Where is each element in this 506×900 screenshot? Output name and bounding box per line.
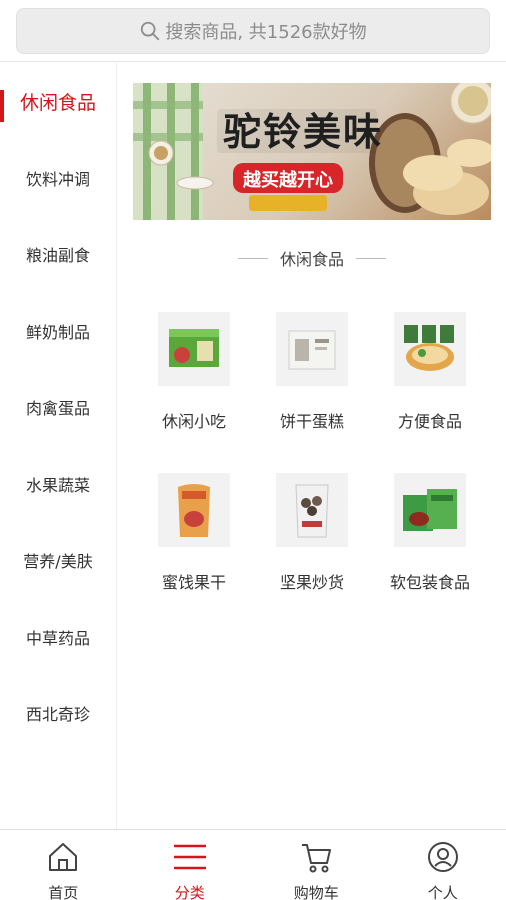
subcategory-packaged-food[interactable]: 软包装食品 [375, 473, 485, 603]
packaged-food-icon [403, 489, 457, 531]
nut-bag-icon [295, 484, 329, 538]
subcategory-image [276, 312, 348, 386]
subcategory-image [158, 473, 230, 547]
subcategory-label: 软包装食品 [389, 573, 470, 592]
snack-box-icon [169, 329, 219, 367]
banner-subtitle: 越买越开心 [243, 170, 333, 191]
sidebar-item-dairy[interactable]: 鲜奶制品 [0, 293, 116, 370]
dried-fruit-bag-icon [178, 484, 210, 537]
home-icon [49, 843, 78, 871]
section-title: 休闲食品 [118, 245, 506, 271]
subcategory-image [394, 473, 466, 547]
search-icon [141, 21, 160, 41]
subcategory-label: 坚果炒货 [279, 573, 344, 592]
divider-line [237, 257, 268, 259]
subcategory-image [394, 312, 466, 386]
subcategory-biscuits-cakes[interactable]: 饼干蛋糕 [257, 312, 367, 442]
tab-label: 分类 [174, 884, 205, 900]
section-title-text: 休闲食品 [279, 250, 344, 269]
subcategory-candied-fruit[interactable]: 蜜饯果干 [139, 473, 249, 603]
gift-box-icon [288, 330, 336, 370]
subcategory-label: 蜜饯果干 [161, 573, 226, 592]
tab-profile[interactable]: 个人 [380, 830, 506, 900]
subcategory-instant-food[interactable]: 方便食品 [375, 312, 485, 442]
cart-icon [302, 844, 332, 873]
tab-home[interactable]: 首页 [0, 830, 127, 900]
user-icon [427, 842, 458, 872]
subcategory-image [158, 312, 230, 386]
bottom-tab-bar: 首页 分类 购物车 个人 [0, 829, 506, 900]
noodle-bowl-icon [404, 325, 454, 371]
search-bar[interactable]: 搜索商品, 共1526款好物 [16, 8, 490, 54]
tab-label: 个人 [427, 884, 458, 900]
subcategory-casual-snacks[interactable]: 休闲小吃 [139, 312, 249, 442]
tab-cart[interactable]: 购物车 [253, 830, 380, 900]
divider-line [356, 257, 386, 259]
tab-category[interactable]: 分类 [127, 830, 254, 900]
tab-label: 购物车 [293, 884, 339, 900]
sidebar-item-drinks[interactable]: 饮料冲调 [0, 140, 116, 217]
category-sidebar: 休闲食品 饮料冲调 粮油副食 鲜奶制品 肉禽蛋品 水果蔬菜 营养/美肤 中草药品… [0, 63, 117, 829]
banner-title: 驼铃美味 [222, 110, 383, 154]
search-header: 搜索商品, 共1526款好物 [0, 0, 506, 62]
sidebar-item-meat-eggs[interactable]: 肉禽蛋品 [0, 369, 116, 446]
tab-label: 首页 [48, 884, 79, 900]
sidebar-item-fruit-veg[interactable]: 水果蔬菜 [0, 446, 116, 523]
subcategory-image [276, 473, 348, 547]
sidebar-item-snacks[interactable]: 休闲食品 [0, 63, 116, 140]
sidebar-item-northwest[interactable]: 西北奇珍 [0, 675, 116, 752]
subcategory-label: 方便食品 [397, 412, 462, 431]
subcategory-label: 休闲小吃 [161, 412, 226, 431]
subcategory-label: 饼干蛋糕 [279, 412, 344, 431]
sidebar-item-nutrition[interactable]: 营养/美肤 [0, 522, 116, 599]
sidebar-item-herbal[interactable]: 中草药品 [0, 599, 116, 676]
category-content: 驼铃美味 越买越开心 休闲食品 休闲小吃 饼干蛋糕 方便食品 蜜饯果干 坚果炒货… [118, 63, 506, 829]
subcategory-nuts[interactable]: 坚果炒货 [257, 473, 367, 603]
promo-banner[interactable]: 驼铃美味 越买越开心 [133, 83, 491, 220]
category-list-icon [173, 844, 206, 870]
search-placeholder: 搜索商品, 共1526款好物 [165, 22, 367, 43]
sidebar-item-grain-oil[interactable]: 粮油副食 [0, 216, 116, 293]
